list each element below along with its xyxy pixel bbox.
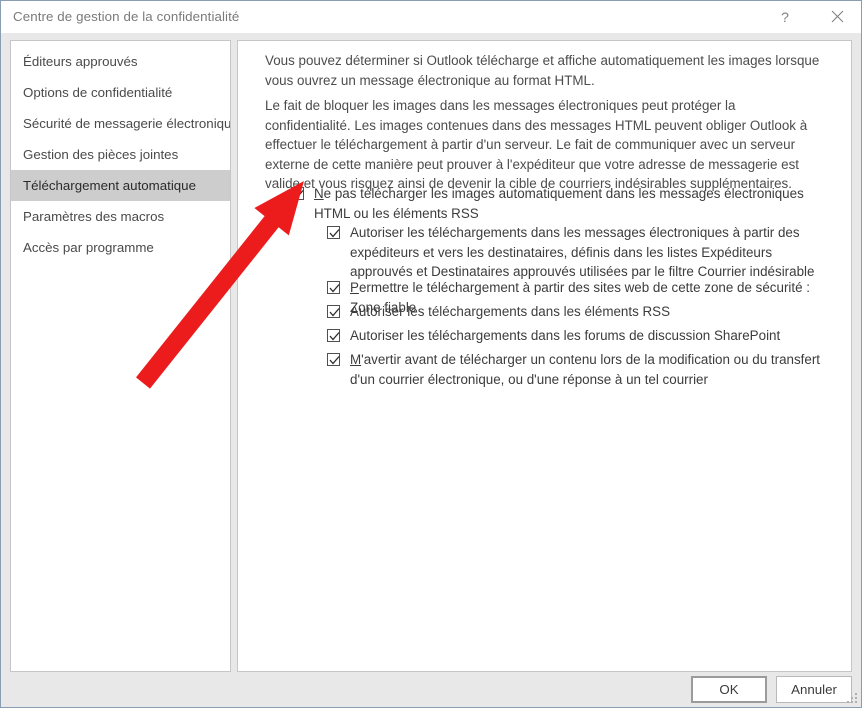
checkmark-icon [329, 332, 340, 341]
checkbox-label-allow-from-approved-senders: Autoriser les téléchargements dans les m… [350, 223, 832, 282]
help-button[interactable]: ? [762, 1, 808, 32]
cancel-button-label: Annuler [791, 682, 837, 697]
label-text: Autoriser les téléchargements dans les m… [350, 225, 815, 279]
checkbox-allow-trusted-zone-sites[interactable] [327, 281, 340, 294]
checkbox-row-warn-before-download[interactable]: M'avertir avant de télécharger un conten… [327, 350, 832, 389]
ok-button-label: OK [719, 682, 739, 697]
question-mark-icon: ? [781, 8, 789, 25]
checkmark-icon [329, 308, 340, 317]
label-text: e pas télécharger les images automatique… [314, 186, 804, 221]
checkbox-allow-rss-items[interactable] [327, 305, 340, 318]
resize-grip[interactable] [846, 692, 858, 704]
checkbox-label-no-auto-download: Ne pas télécharger les images automatiqu… [314, 184, 836, 223]
checkbox-label-allow-sharepoint-discussions: Autoriser les téléchargements dans les f… [350, 326, 780, 346]
sidebar-item-trusted-publishers[interactable]: Éditeurs approuvés [11, 46, 230, 77]
sidebar-item-email-security[interactable]: Sécurité de messagerie électronique [11, 108, 230, 139]
checkbox-label-allow-rss-items: Autoriser les téléchargements dans les é… [350, 302, 670, 322]
checkmark-icon [329, 356, 340, 365]
sidebar-item-macro-settings[interactable]: Paramètres des macros [11, 201, 230, 232]
label-text: Autoriser les téléchargements dans les f… [350, 328, 781, 343]
checkmark-icon [329, 229, 340, 238]
window-title: Centre de gestion de la confidentialité [13, 9, 240, 24]
checkbox-row-no-auto-download[interactable]: Ne pas télécharger les images automatiqu… [291, 184, 836, 223]
cancel-button[interactable]: Annuler [776, 676, 852, 703]
label-text: 'avertir avant de télécharger un contenu… [350, 352, 821, 387]
checkbox-row-allow-sharepoint-discussions[interactable]: Autoriser les téléchargements dans les f… [327, 326, 832, 346]
trust-center-dialog: Centre de gestion de la confidentialité … [0, 0, 862, 708]
checkbox-label-warn-before-download: M'avertir avant de télécharger un conten… [350, 350, 832, 389]
sidebar-item-privacy-options[interactable]: Options de confidentialité [11, 77, 230, 108]
checkbox-allow-from-approved-senders[interactable] [327, 226, 340, 239]
accelerator-letter: N [314, 186, 324, 201]
settings-panel: Vous pouvez déterminer si Outlook téléch… [237, 40, 852, 672]
category-list[interactable]: Éditeurs approuvés Options de confidenti… [10, 40, 231, 672]
title-bar: Centre de gestion de la confidentialité … [1, 1, 861, 33]
sidebar-item-automatic-download[interactable]: Téléchargement automatique [11, 170, 230, 201]
description-paragraph-1: Vous pouvez déterminer si Outlook téléch… [265, 53, 820, 88]
checkbox-row-allow-rss-items[interactable]: Autoriser les téléchargements dans les é… [327, 302, 832, 322]
checkbox-row-allow-from-approved-senders[interactable]: Autoriser les téléchargements dans les m… [327, 223, 832, 282]
close-button[interactable] [814, 1, 860, 32]
checkmark-icon [293, 190, 304, 199]
checkmark-icon [329, 284, 340, 293]
close-icon [831, 10, 844, 23]
checkbox-warn-before-download[interactable] [327, 353, 340, 366]
label-text: Autoriser les téléchargements dans les é… [350, 304, 671, 319]
checkbox-no-auto-download[interactable] [291, 187, 304, 200]
checkbox-allow-sharepoint-discussions[interactable] [327, 329, 340, 342]
dialog-body: Éditeurs approuvés Options de confidenti… [1, 33, 861, 707]
sidebar-item-programmatic-access[interactable]: Accès par programme [11, 232, 230, 263]
description-paragraph-2: Le fait de bloquer les images dans les m… [265, 98, 808, 191]
accelerator-letter: M [350, 352, 362, 367]
accelerator-letter: P [350, 280, 359, 295]
sidebar-item-attachment-handling[interactable]: Gestion des pièces jointes [11, 139, 230, 170]
ok-button[interactable]: OK [691, 676, 767, 703]
